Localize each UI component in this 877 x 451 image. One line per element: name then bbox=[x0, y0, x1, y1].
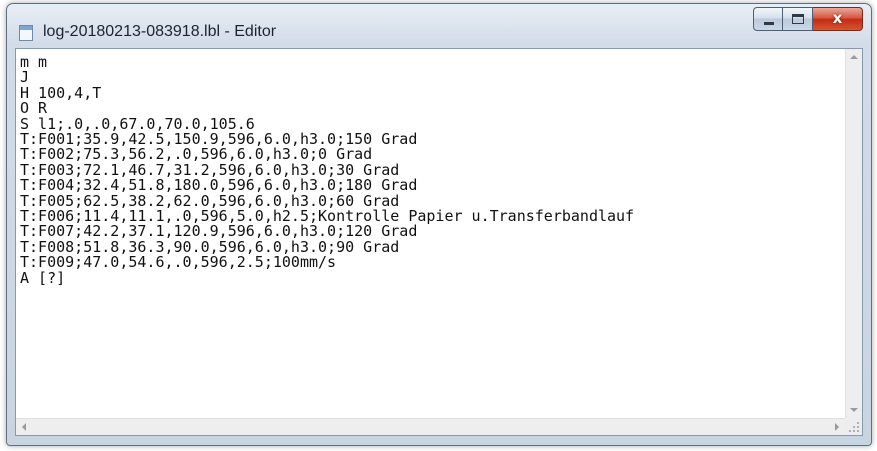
grip-dot bbox=[857, 430, 859, 432]
minimize-icon bbox=[764, 22, 774, 25]
grip-dot bbox=[857, 422, 859, 424]
minimize-button[interactable] bbox=[753, 7, 783, 31]
scroll-right-icon[interactable] bbox=[835, 423, 839, 431]
editor-client-area: m m J H 100,4,T O R S l1;.0,.0,67.0,70.0… bbox=[15, 48, 863, 436]
maximize-button[interactable] bbox=[783, 7, 813, 31]
grip-dot bbox=[849, 430, 851, 432]
caption-buttons: x bbox=[753, 7, 863, 31]
vertical-scrollbar[interactable] bbox=[845, 49, 862, 418]
window-title: log-20180213-083918.lbl - Editor bbox=[43, 23, 277, 40]
editor-window: log-20180213-083918.lbl - Editor x m m J… bbox=[6, 3, 872, 446]
horizontal-scrollbar[interactable] bbox=[16, 418, 845, 435]
scroll-up-icon[interactable] bbox=[850, 55, 858, 59]
close-icon: x bbox=[832, 9, 843, 27]
size-grip[interactable] bbox=[845, 418, 862, 435]
text-editor[interactable]: m m J H 100,4,T O R S l1;.0,.0,67.0,70.0… bbox=[16, 49, 845, 418]
grip-dot bbox=[853, 430, 855, 432]
title-bar[interactable]: log-20180213-083918.lbl - Editor x bbox=[7, 4, 871, 48]
notepad-icon[interactable] bbox=[19, 25, 33, 41]
grip-dot bbox=[853, 426, 855, 428]
file-content[interactable]: m m J H 100,4,T O R S l1;.0,.0,67.0,70.0… bbox=[16, 49, 845, 286]
close-button[interactable]: x bbox=[813, 7, 863, 31]
scroll-left-icon[interactable] bbox=[22, 423, 26, 431]
maximize-icon bbox=[792, 14, 804, 24]
scroll-down-icon[interactable] bbox=[850, 408, 858, 412]
grip-dot bbox=[857, 426, 859, 428]
